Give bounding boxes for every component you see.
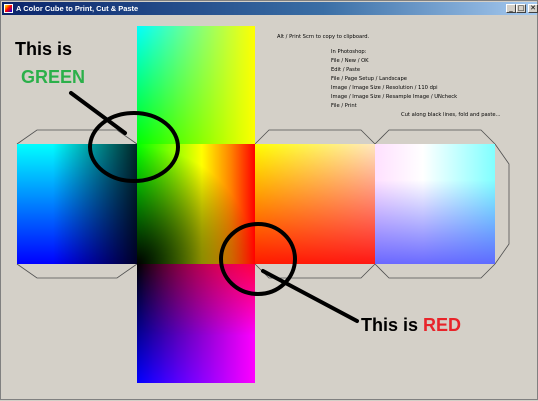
red-pointer-line	[261, 269, 359, 323]
green-annotation-word: GREEN	[21, 67, 86, 87]
green-annotation: This is GREEN	[15, 38, 85, 88]
red-annotation-word: RED	[423, 315, 462, 335]
app-window: A Color Cube to Print, Cut & Paste _ □ ✕…	[0, 0, 538, 400]
green-circle	[88, 111, 180, 183]
red-annotation: This is RED	[361, 315, 461, 336]
green-annotation-prefix: This is	[15, 39, 73, 59]
red-annotation-prefix: This is	[361, 315, 424, 335]
